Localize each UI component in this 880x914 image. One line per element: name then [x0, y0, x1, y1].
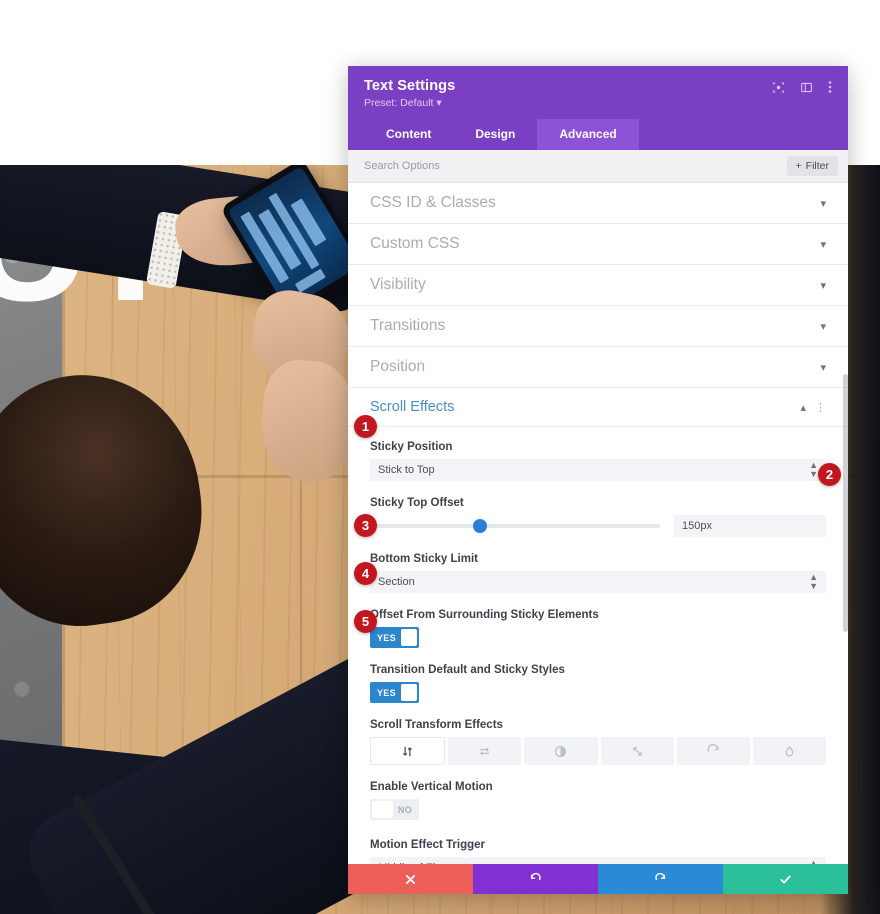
- layout-columns-icon[interactable]: [800, 81, 813, 94]
- step-badge-4: 4: [354, 562, 377, 585]
- field-transition-styles: Transition Default and Sticky Styles YES: [370, 664, 826, 703]
- preset-selector[interactable]: Preset: Default ▾: [364, 97, 455, 109]
- kebab-menu-icon[interactable]: [828, 80, 832, 94]
- field-label: Sticky Position: [370, 441, 453, 453]
- field-motion-effect-trigger: Motion Effect Trigger Middle of Element …: [370, 839, 826, 864]
- motion-effect-trigger-select[interactable]: Middle of Element ▲▼: [370, 857, 826, 864]
- undo-button[interactable]: [473, 864, 598, 894]
- toggle-value: NO: [397, 804, 412, 815]
- search-input[interactable]: Search Options: [364, 160, 440, 172]
- toggle-value: YES: [377, 632, 396, 643]
- section-transitions[interactable]: Transitions ▾: [348, 306, 848, 347]
- field-bottom-sticky-limit: Bottom Sticky Limit Section ▲ ▼: [370, 553, 826, 593]
- preset-label: Preset: Default: [364, 97, 434, 109]
- plus-icon: +: [795, 160, 802, 172]
- vertical-motion-icon[interactable]: [370, 737, 446, 765]
- field-label: Scroll Transform Effects: [370, 719, 503, 731]
- field-scroll-transform-effects: Scroll Transform Effects: [370, 719, 827, 765]
- chevron-down-icon: ▾: [820, 197, 826, 210]
- field-sticky-top-offset: Sticky Top Offset 150px: [370, 497, 826, 537]
- section-css-id-classes[interactable]: CSS ID & Classes ▾: [348, 183, 848, 224]
- sticky-top-offset-slider[interactable]: [370, 519, 660, 533]
- filter-button[interactable]: + Filter: [786, 156, 838, 176]
- offset-from-surrounding-toggle[interactable]: YES: [370, 627, 419, 648]
- step-badge-3: 3: [354, 514, 377, 537]
- section-visibility[interactable]: Visibility ▾: [348, 265, 848, 306]
- panel-tabs: Content Design Advanced: [364, 119, 832, 150]
- slider-handle[interactable]: [473, 519, 488, 533]
- field-label: Transition Default and Sticky Styles: [370, 664, 565, 676]
- chevron-down-icon: ▾: [820, 238, 826, 251]
- redo-button[interactable]: [598, 864, 723, 894]
- section-label: Transitions: [370, 317, 446, 334]
- enable-vertical-motion-toggle[interactable]: NO: [370, 799, 419, 820]
- section-position[interactable]: Position ▾: [348, 347, 848, 388]
- save-button[interactable]: [723, 864, 848, 894]
- select-arrows-icon: ▲▼: [809, 858, 818, 865]
- scrollbar-thumb[interactable]: [843, 373, 848, 633]
- field-enable-vertical-motion: Enable Vertical Motion NO: [370, 781, 826, 823]
- select-arrows-icon: ▲▼: [809, 572, 818, 591]
- field-label: Motion Effect Trigger: [370, 839, 485, 851]
- chevron-down-icon: ▾: [436, 97, 442, 109]
- chevron-down-icon: ▾: [820, 279, 826, 292]
- section-label: Scroll Effects: [370, 399, 455, 415]
- page-title: Text Settings: [364, 78, 456, 94]
- section-kebab-menu-icon[interactable]: ⋮: [815, 401, 826, 414]
- text-settings-panel: Text Settings Preset: Default ▾ Content …: [348, 66, 848, 894]
- chevron-down-icon: ▾: [820, 361, 826, 374]
- tab-design[interactable]: Design: [453, 119, 537, 150]
- bottom-sticky-limit-select[interactable]: Section ▲ ▼: [370, 571, 826, 593]
- target-icon[interactable]: [772, 81, 785, 94]
- field-sticky-position: Sticky Position Stick to Top ▲ ▼: [370, 441, 826, 481]
- sticky-top-offset-input[interactable]: 150px: [674, 515, 826, 537]
- scale-icon[interactable]: [600, 737, 674, 765]
- select-arrows-icon: ▲▼: [809, 460, 818, 479]
- select-value: Section: [378, 576, 415, 588]
- blur-icon[interactable]: [752, 737, 827, 765]
- section-label: Custom CSS: [370, 235, 460, 252]
- rotate-icon[interactable]: [676, 737, 750, 765]
- scroll-effects-fields: Sticky Position Stick to Top ▲ ▼ Sticky T…: [348, 427, 848, 864]
- step-badge-5: 5: [354, 610, 377, 633]
- sticky-position-select[interactable]: Stick to Top ▲ ▼: [370, 459, 826, 481]
- select-value: Middle of Element: [378, 862, 466, 864]
- section-label: Position: [370, 358, 426, 375]
- field-label: Bottom Sticky Limit: [370, 553, 478, 565]
- transition-styles-toggle[interactable]: YES: [370, 682, 419, 703]
- chevron-up-icon: ▴: [800, 401, 806, 414]
- section-label: CSS ID & Classes: [370, 194, 496, 211]
- field-label: Enable Vertical Motion: [370, 781, 493, 793]
- field-label: Offset From Surrounding Sticky Elements: [370, 609, 599, 621]
- cancel-button[interactable]: [348, 864, 473, 894]
- fade-icon[interactable]: [524, 737, 598, 765]
- section-custom-css[interactable]: Custom CSS ▾: [348, 224, 848, 265]
- chevron-down-icon: ▾: [820, 320, 826, 333]
- toggle-knob: [400, 629, 417, 646]
- filter-label: Filter: [805, 160, 829, 172]
- field-offset-from-surrounding: Offset From Surrounding Sticky Elements …: [370, 609, 826, 648]
- section-label: Visibility: [370, 276, 426, 293]
- tab-advanced[interactable]: Advanced: [537, 119, 639, 150]
- search-bar: Search Options + Filter: [348, 150, 848, 183]
- panel-header: Text Settings Preset: Default ▾ Content …: [348, 66, 848, 150]
- horizontal-motion-icon[interactable]: [448, 737, 522, 765]
- section-scroll-effects[interactable]: Scroll Effects ▴ ⋮: [348, 388, 848, 427]
- toggle-knob: [372, 801, 393, 818]
- field-label: Sticky Top Offset: [370, 497, 464, 509]
- select-value: Stick to Top: [378, 464, 435, 476]
- step-badge-1: 1: [354, 415, 377, 438]
- tab-content[interactable]: Content: [364, 119, 453, 150]
- toggle-value: YES: [377, 687, 396, 698]
- panel-scrollbar[interactable]: [843, 183, 848, 864]
- panel-body: CSS ID & Classes ▾ Custom CSS ▾ Visibili…: [348, 183, 848, 864]
- panel-action-bar: [348, 864, 848, 894]
- toggle-knob: [400, 684, 417, 701]
- step-badge-2: 2: [818, 463, 841, 486]
- input-value: 150px: [682, 520, 712, 532]
